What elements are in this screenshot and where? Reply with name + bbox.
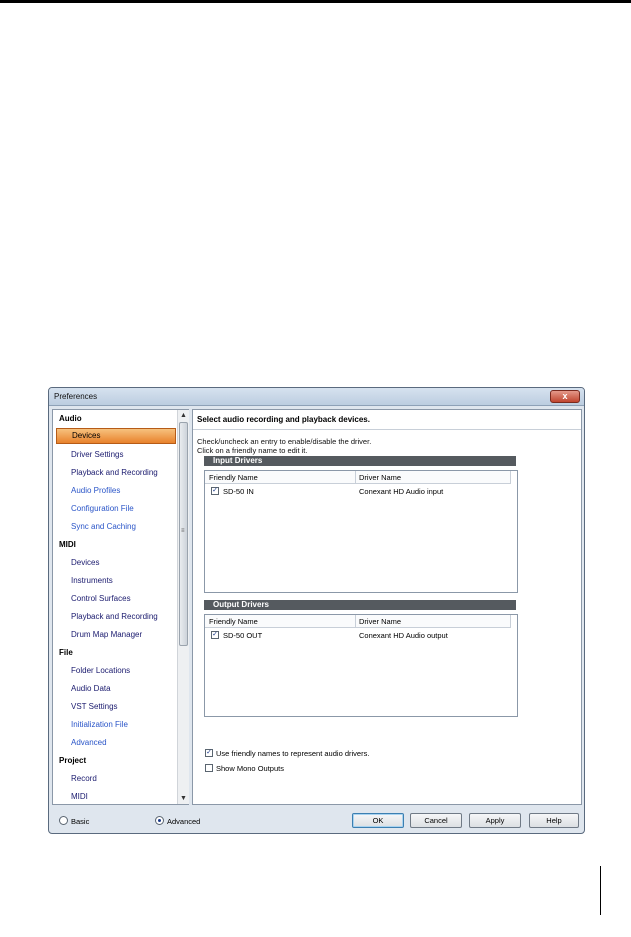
nav-item-project-midi[interactable]: MIDI: [71, 789, 88, 805]
input-drivers-list: Friendly Name Driver Name ✓ SD-50 IN Con…: [204, 470, 518, 593]
show-mono-outputs-checkbox[interactable]: [205, 764, 213, 772]
scroll-up-arrow-icon[interactable]: ▲: [178, 410, 189, 421]
nav-item-initialization-file[interactable]: Initialization File: [71, 717, 128, 733]
nav-item-configuration-file[interactable]: Configuration File: [71, 501, 134, 517]
friendly-name-cell[interactable]: SD-50 IN: [223, 487, 254, 496]
list-header: Friendly Name Driver Name: [205, 615, 511, 628]
output-drivers-header: Output Drivers: [204, 600, 516, 610]
help-button[interactable]: Help: [529, 813, 579, 828]
column-divider[interactable]: [510, 471, 511, 484]
output-drivers-list: Friendly Name Driver Name ✓ SD-50 OUT Co…: [204, 614, 518, 717]
nav-item-label: Devices: [72, 431, 101, 440]
column-friendly-name[interactable]: Friendly Name: [209, 617, 258, 626]
panel-header-text: Select audio recording and playback devi…: [197, 415, 370, 424]
nav-item-folder-locations[interactable]: Folder Locations: [71, 663, 130, 679]
nav-item-midi-devices[interactable]: Devices: [71, 555, 99, 571]
output-drivers-title: Output Drivers: [213, 600, 270, 609]
show-mono-outputs-label[interactable]: Show Mono Outputs: [216, 764, 284, 773]
grip-icon: ≡: [181, 528, 185, 534]
table-row[interactable]: ✓ SD-50 IN Conexant HD Audio input: [205, 485, 511, 497]
nav-category-file[interactable]: File: [59, 645, 73, 661]
panel-header: Select audio recording and playback devi…: [193, 410, 581, 430]
instruction-text: Check/uncheck an entry to enable/disable…: [197, 437, 372, 446]
column-divider[interactable]: [355, 615, 356, 628]
input-drivers-title: Input Drivers: [213, 456, 263, 465]
nav-item-control-surfaces[interactable]: Control Surfaces: [71, 591, 131, 607]
nav-item-advanced[interactable]: Advanced: [71, 735, 107, 751]
use-friendly-names-checkbox[interactable]: ✓: [205, 749, 213, 757]
column-divider[interactable]: [355, 471, 356, 484]
window-title: Preferences: [54, 392, 98, 401]
nav-item-drum-map-manager[interactable]: Drum Map Manager: [71, 627, 142, 643]
nav-item-audio-playback-recording[interactable]: Playback and Recording: [71, 465, 158, 481]
advanced-mode-radio[interactable]: [155, 816, 164, 825]
driver-enable-checkbox[interactable]: ✓: [211, 487, 219, 495]
friendly-name-cell[interactable]: SD-50 OUT: [223, 631, 262, 640]
close-button[interactable]: x: [550, 390, 580, 403]
scroll-down-arrow-icon[interactable]: ▼: [178, 793, 189, 804]
list-header: Friendly Name Driver Name: [205, 471, 511, 484]
nav-scrollbar[interactable]: ▲ ≡ ▼: [177, 410, 189, 804]
nav-item-instruments[interactable]: Instruments: [71, 573, 113, 589]
input-drivers-header: Input Drivers: [204, 456, 516, 466]
preferences-dialog: Preferences x Audio Devices Driver Setti…: [48, 387, 585, 834]
use-friendly-names-label[interactable]: Use friendly names to represent audio dr…: [216, 749, 369, 758]
devices-panel: Select audio recording and playback devi…: [192, 409, 582, 805]
instruction-text: Click on a friendly name to edit it.: [197, 446, 308, 455]
nav-category-project[interactable]: Project: [59, 753, 86, 769]
basic-mode-label[interactable]: Basic: [71, 817, 89, 826]
driver-name-cell: Conexant HD Audio input: [359, 487, 444, 496]
nav-category-midi[interactable]: MIDI: [59, 537, 76, 553]
apply-button[interactable]: Apply: [469, 813, 521, 828]
scrollbar-thumb[interactable]: ≡: [179, 422, 188, 646]
driver-name-cell: Conexant HD Audio output: [359, 631, 448, 640]
nav-item-audio-devices[interactable]: Devices: [56, 428, 176, 444]
column-driver-name[interactable]: Driver Name: [359, 473, 401, 482]
page-top-rule: [0, 0, 631, 3]
nav-item-record[interactable]: Record: [71, 771, 97, 787]
nav-item-sync-caching[interactable]: Sync and Caching: [71, 519, 136, 535]
cancel-button[interactable]: Cancel: [410, 813, 462, 828]
basic-mode-radio[interactable]: [59, 816, 68, 825]
ok-button[interactable]: OK: [352, 813, 404, 828]
nav-item-driver-settings[interactable]: Driver Settings: [71, 447, 123, 463]
nav-item-midi-playback-recording[interactable]: Playback and Recording: [71, 609, 158, 625]
column-divider[interactable]: [510, 615, 511, 628]
nav-item-audio-profiles[interactable]: Audio Profiles: [71, 483, 120, 499]
column-friendly-name[interactable]: Friendly Name: [209, 473, 258, 482]
title-bar[interactable]: Preferences x: [49, 388, 584, 406]
table-row[interactable]: ✓ SD-50 OUT Conexant HD Audio output: [205, 629, 511, 641]
preferences-nav: Audio Devices Driver Settings Playback a…: [52, 409, 189, 805]
advanced-mode-label[interactable]: Advanced: [167, 817, 200, 826]
column-driver-name[interactable]: Driver Name: [359, 617, 401, 626]
driver-enable-checkbox[interactable]: ✓: [211, 631, 219, 639]
nav-category-audio[interactable]: Audio: [59, 411, 82, 427]
nav-item-vst-settings[interactable]: VST Settings: [71, 699, 118, 715]
page-side-rule: [600, 866, 601, 915]
nav-item-audio-data[interactable]: Audio Data: [71, 681, 111, 697]
